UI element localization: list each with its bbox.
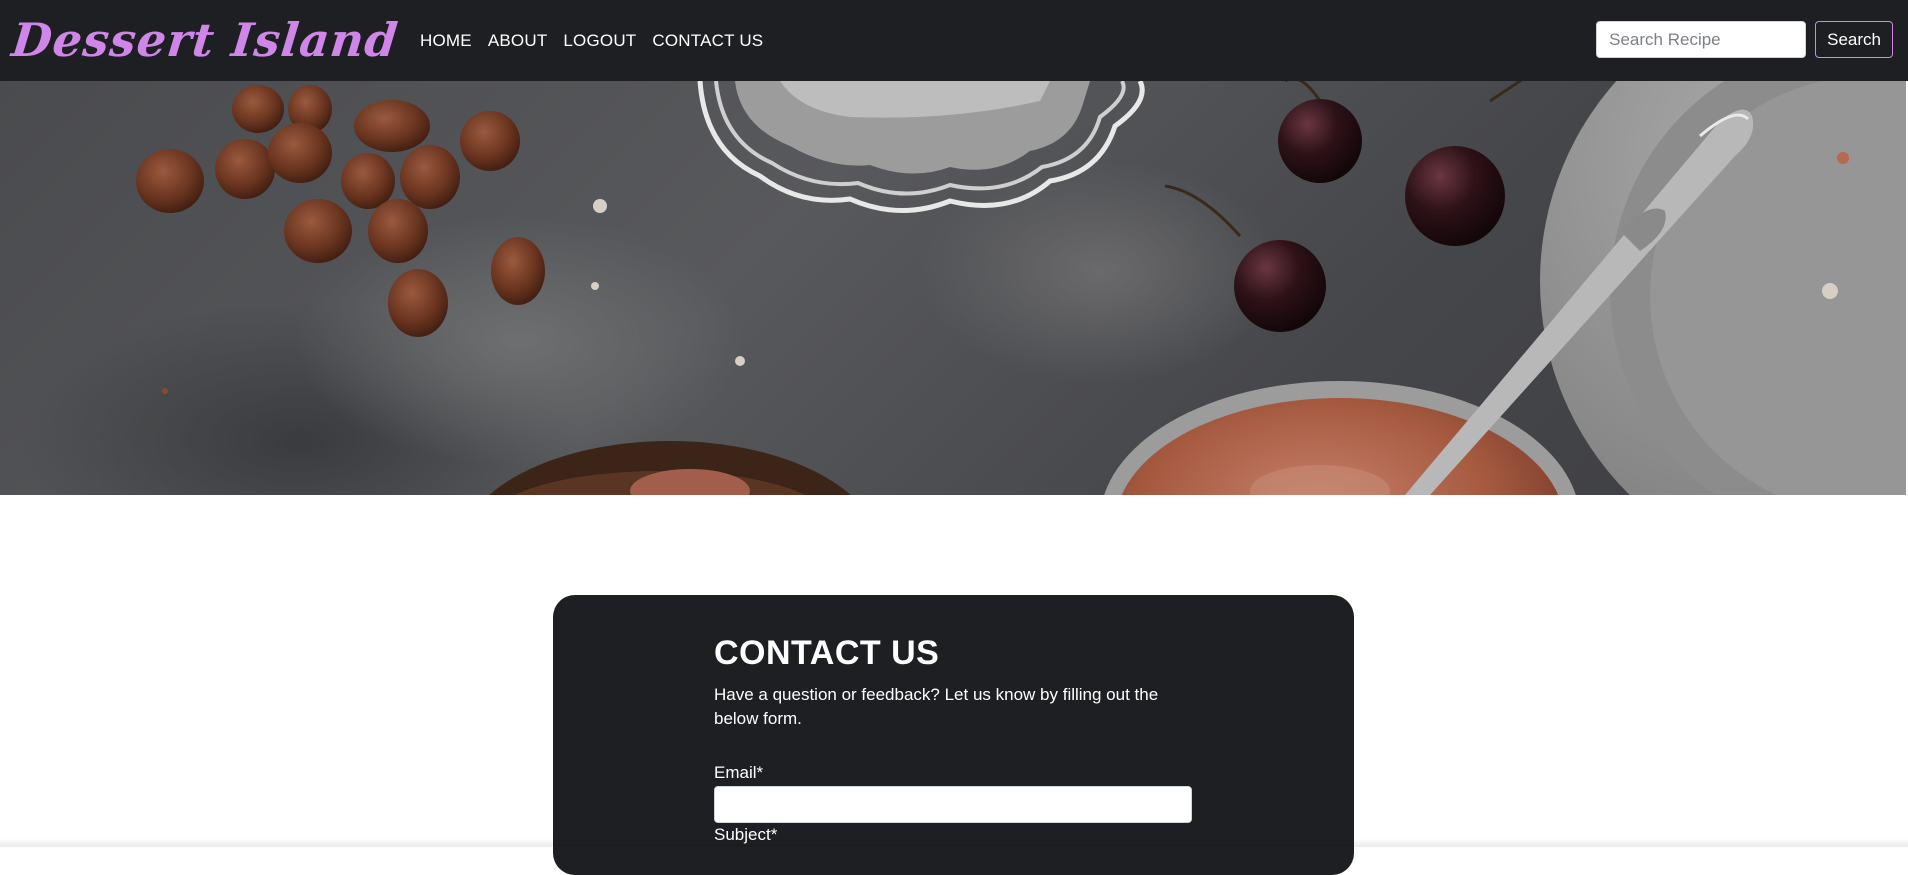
contact-card: CONTACT US Have a question or feedback? … (553, 595, 1354, 875)
contact-form: CONTACT US Have a question or feedback? … (714, 633, 1194, 845)
email-field[interactable] (714, 786, 1192, 823)
search-button[interactable]: Search (1815, 21, 1893, 58)
hero-image (0, 81, 1906, 495)
top-navbar: Dessert Island HOME ABOUT LOGOUT CONTACT… (0, 0, 1908, 81)
email-label: Email* (714, 763, 764, 782)
hazelnuts (136, 85, 545, 337)
search-input[interactable] (1596, 21, 1807, 58)
dessert-hero-illustration (136, 81, 1906, 495)
nav-link-about[interactable]: ABOUT (488, 31, 548, 51)
search-form: Search (1596, 21, 1893, 58)
tart-crust (489, 441, 851, 495)
nav-link-contact-us[interactable]: CONTACT US (652, 31, 763, 51)
subject-label: Subject* (714, 825, 778, 844)
contact-description: Have a question or feedback? Let us know… (714, 685, 1159, 728)
nav-link-home[interactable]: HOME (420, 31, 472, 51)
cherries (1164, 81, 1523, 332)
brand-logo[interactable]: Dessert Island (8, 0, 403, 81)
tart-tins (697, 81, 1145, 214)
nav-link-logout[interactable]: LOGOUT (563, 31, 636, 51)
contact-title: CONTACT US (714, 634, 940, 672)
